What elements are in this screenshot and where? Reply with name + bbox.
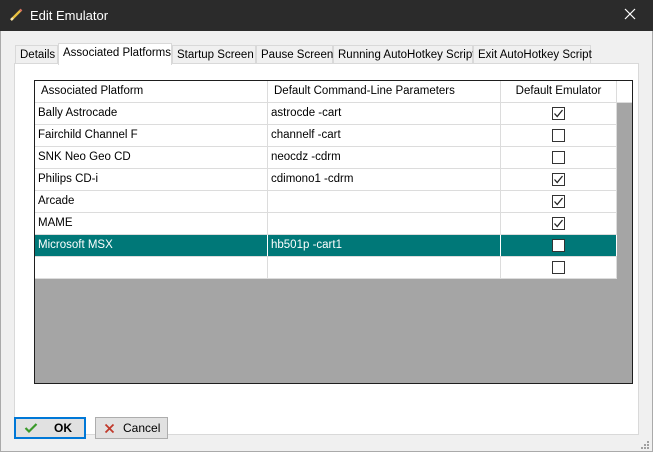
close-button[interactable]	[607, 0, 653, 31]
default-cell	[501, 257, 617, 278]
column-header-default-emulator[interactable]: Default Emulator	[501, 81, 617, 103]
window-title: Edit Emulator	[30, 8, 109, 23]
table-row-selected[interactable]: Microsoft MSX hb501p -cart1	[35, 235, 617, 257]
checkmark-icon	[24, 422, 38, 434]
tab-running-autohotkey-script[interactable]: Running AutoHotkey Script	[333, 45, 475, 64]
table-row[interactable]: Bally Astrocade astrocde -cart	[35, 103, 617, 125]
ok-button[interactable]: OK	[14, 417, 86, 439]
default-cell	[501, 125, 617, 146]
default-emulator-checkbox[interactable]	[552, 173, 565, 186]
table-row[interactable]: Philips CD-i cdimono1 -cdrm	[35, 169, 617, 191]
default-emulator-checkbox[interactable]	[552, 239, 565, 252]
table-row-new[interactable]	[35, 257, 617, 279]
platform-cell[interactable]: Bally Astrocade	[35, 103, 268, 124]
params-cell[interactable]: channelf -cart	[268, 125, 501, 146]
params-cell[interactable]	[268, 257, 501, 278]
platform-cell[interactable]: Philips CD-i	[35, 169, 268, 190]
params-cell[interactable]: hb501p -cart1	[268, 235, 501, 256]
column-header-platform[interactable]: Associated Platform	[35, 81, 268, 103]
grid-header: Associated Platform Default Command-Line…	[35, 81, 632, 103]
params-cell[interactable]	[268, 213, 501, 234]
default-cell	[501, 191, 617, 212]
column-header-params[interactable]: Default Command-Line Parameters	[268, 81, 501, 103]
cancel-label: Cancel	[123, 421, 161, 435]
default-cell	[501, 103, 617, 124]
params-cell[interactable]	[268, 191, 501, 212]
table-row[interactable]: SNK Neo Geo CD neocdz -cdrm	[35, 147, 617, 169]
close-icon	[624, 8, 636, 23]
params-cell[interactable]: cdimono1 -cdrm	[268, 169, 501, 190]
pencil-icon	[8, 7, 24, 23]
ok-label: OK	[54, 421, 72, 435]
platform-cell[interactable]: SNK Neo Geo CD	[35, 147, 268, 168]
tab-exit-autohotkey-script[interactable]: Exit AutoHotkey Script	[473, 45, 592, 64]
default-cell	[501, 235, 617, 256]
tab-panel: Associated Platform Default Command-Line…	[14, 63, 639, 435]
default-emulator-checkbox[interactable]	[552, 195, 565, 208]
default-emulator-checkbox[interactable]	[552, 151, 565, 164]
title-bar: Edit Emulator	[0, 0, 653, 31]
platform-cell[interactable]: Fairchild Channel F	[35, 125, 268, 146]
platform-cell[interactable]: Arcade	[35, 191, 268, 212]
default-emulator-checkbox[interactable]	[552, 107, 565, 120]
default-emulator-checkbox[interactable]	[552, 261, 565, 274]
tab-startup-screen[interactable]: Startup Screen	[172, 45, 256, 64]
params-cell[interactable]: neocdz -cdrm	[268, 147, 501, 168]
default-cell	[501, 147, 617, 168]
platform-cell[interactable]: MAME	[35, 213, 268, 234]
default-emulator-checkbox[interactable]	[552, 129, 565, 142]
platform-cell[interactable]: Microsoft MSX	[35, 235, 268, 256]
tab-associated-platforms[interactable]: Associated Platforms	[58, 43, 172, 65]
default-emulator-checkbox[interactable]	[552, 217, 565, 230]
table-row[interactable]: MAME	[35, 213, 617, 235]
platforms-grid[interactable]: Associated Platform Default Command-Line…	[34, 80, 633, 384]
table-row[interactable]: Fairchild Channel F channelf -cart	[35, 125, 617, 147]
default-cell	[501, 169, 617, 190]
platform-cell[interactable]	[35, 257, 268, 278]
default-cell	[501, 213, 617, 234]
cancel-x-icon	[104, 423, 115, 434]
table-row[interactable]: Arcade	[35, 191, 617, 213]
tab-pause-screen[interactable]: Pause Screen	[256, 45, 333, 64]
params-cell[interactable]: astrocde -cart	[268, 103, 501, 124]
window-body: Details Associated Platforms Startup Scr…	[0, 31, 653, 452]
tab-details[interactable]: Details	[15, 45, 58, 64]
cancel-button[interactable]: Cancel	[95, 417, 168, 439]
resize-grip-icon[interactable]	[640, 439, 650, 449]
